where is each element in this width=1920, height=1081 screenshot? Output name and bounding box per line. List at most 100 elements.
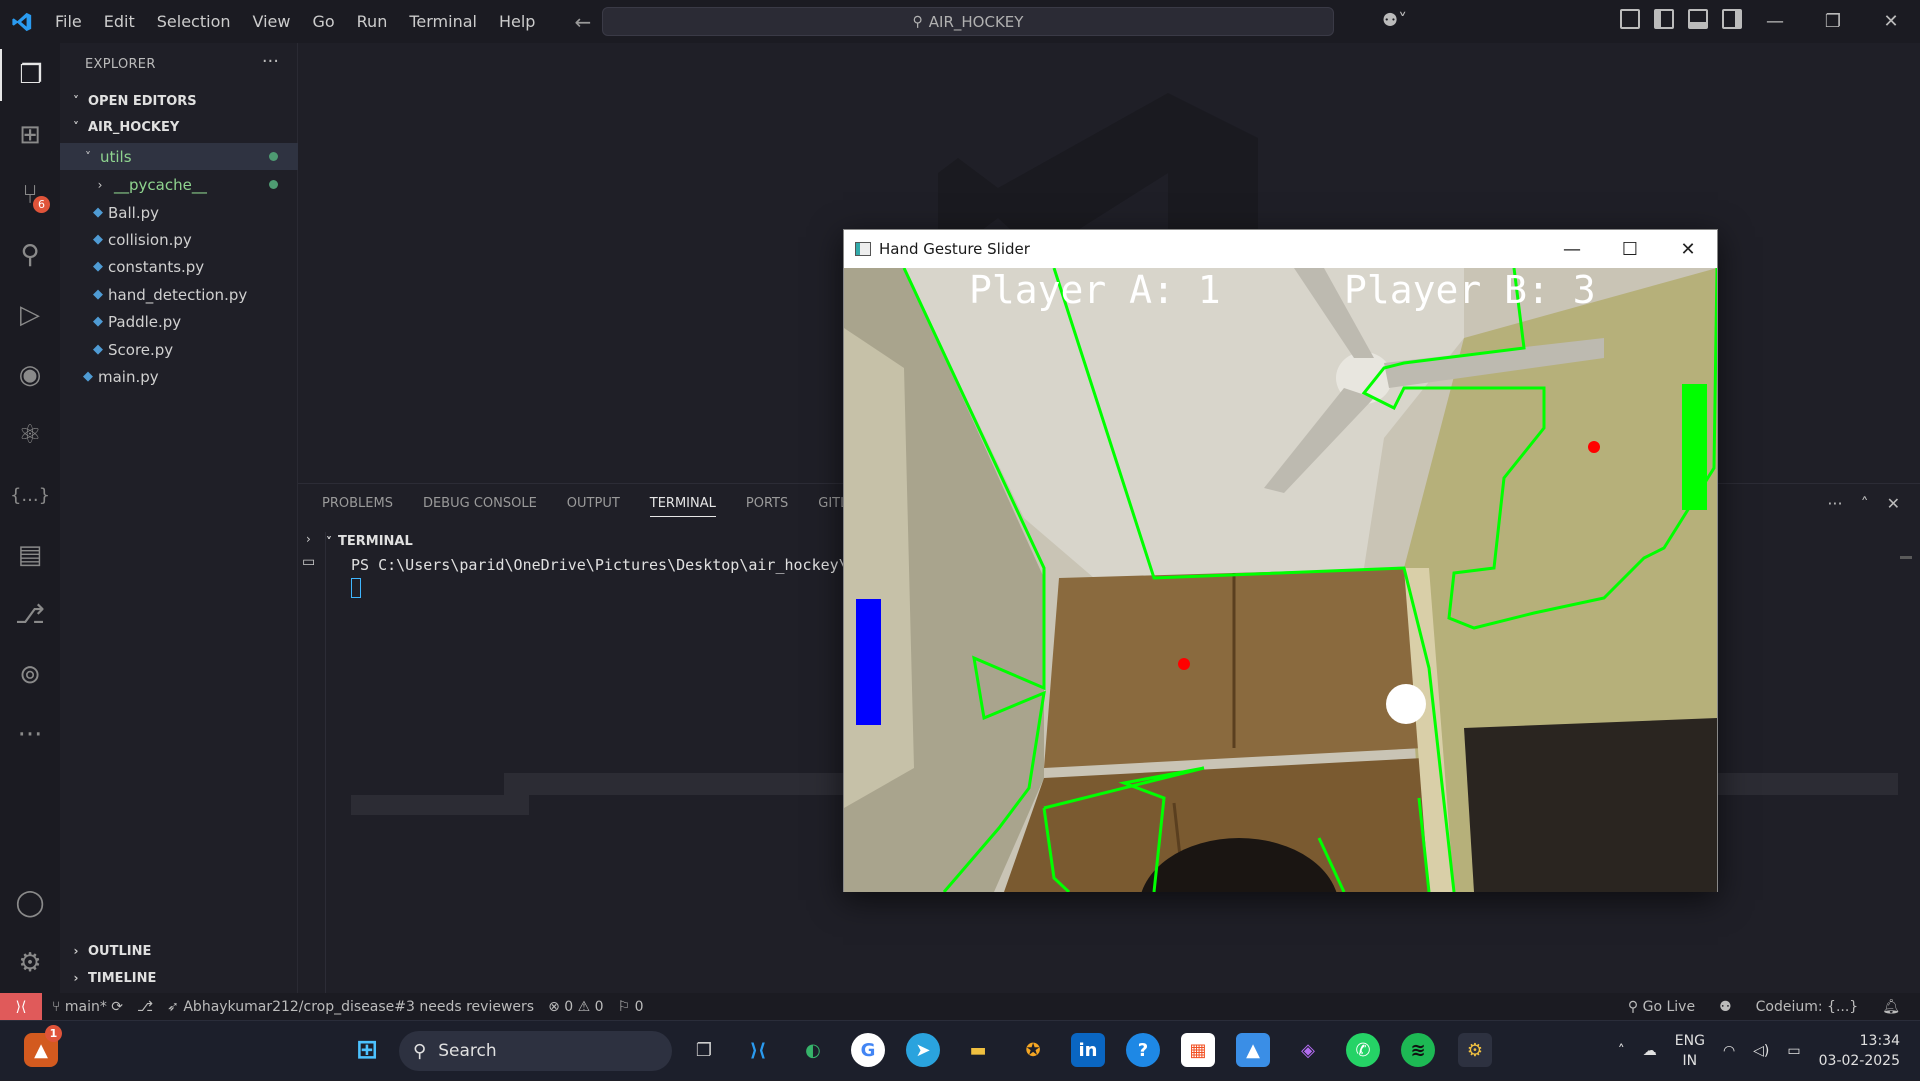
menu-edit[interactable]: Edit: [93, 12, 146, 31]
timeline-section[interactable]: › TIMELINE: [60, 965, 298, 991]
app-maximize-icon[interactable]: ☐: [1601, 230, 1659, 268]
account-icon[interactable]: ◯: [0, 877, 60, 929]
explorer-icon[interactable]: ❐: [0, 49, 60, 101]
git-graph-icon[interactable]: ⎇: [0, 589, 60, 641]
medal-app-icon[interactable]: ✪: [1016, 1033, 1050, 1067]
edge-icon[interactable]: ◐: [796, 1033, 830, 1067]
language-indicator[interactable]: ENG IN: [1675, 1031, 1705, 1071]
outline-section[interactable]: › OUTLINE: [60, 938, 298, 964]
app-minimize-icon[interactable]: —: [1543, 230, 1601, 268]
terminal-section-header[interactable]: ˅ TERMINAL: [326, 534, 413, 549]
more-icon[interactable]: ···: [0, 709, 60, 761]
spotify-icon[interactable]: ≋: [1401, 1033, 1435, 1067]
app-window-titlebar[interactable]: Hand Gesture Slider — ☐ ✕: [844, 230, 1717, 268]
remote-explorer-icon[interactable]: ⊚: [0, 649, 60, 701]
back-arrow-icon[interactable]: ←: [574, 10, 591, 34]
toggle-secondary-sidebar-icon[interactable]: [1722, 9, 1742, 29]
explorer-more-icon[interactable]: ···: [262, 51, 279, 72]
task-view-icon[interactable]: ❐: [687, 1033, 721, 1067]
open-editors-section[interactable]: ˅ OPEN EDITORS: [60, 88, 298, 114]
copilot-status-icon[interactable]: ⚉: [1719, 999, 1732, 1015]
tree-folder-utils[interactable]: ˅ utils: [60, 143, 298, 170]
go-live-button[interactable]: ⚲ Go Live: [1628, 999, 1695, 1015]
telegram-icon[interactable]: ➤: [906, 1033, 940, 1067]
help-icon[interactable]: ?: [1126, 1033, 1160, 1067]
whatsapp-icon[interactable]: ✆: [1346, 1033, 1380, 1067]
close-panel-icon[interactable]: ✕: [1887, 494, 1900, 513]
scrollbar[interactable]: [1900, 556, 1912, 559]
tree-file[interactable]: ◆ Ball.py: [60, 199, 298, 226]
restore-icon[interactable]: ❐: [1804, 0, 1862, 43]
maximize-panel-icon[interactable]: ˄: [1861, 494, 1869, 513]
pull-request-indicator[interactable]: ➶ Abhaykumar212/crop_disease#3 needs rev…: [167, 999, 534, 1015]
close-icon[interactable]: ✕: [1862, 0, 1920, 43]
tab-terminal[interactable]: TERMINAL: [649, 496, 716, 517]
toggle-primary-sidebar-icon[interactable]: [1654, 9, 1674, 29]
react-icon[interactable]: ⚛: [0, 409, 60, 461]
settings-gear-icon[interactable]: ⚙: [0, 937, 60, 989]
chevron-up-icon[interactable]: ˄: [1618, 1043, 1625, 1059]
google-chrome-icon[interactable]: G: [851, 1033, 885, 1067]
menu-help[interactable]: Help: [488, 12, 546, 31]
menu-go[interactable]: Go: [301, 12, 345, 31]
git-graph-icon[interactable]: ⎇: [137, 999, 153, 1015]
tab-ports[interactable]: PORTS: [746, 496, 788, 517]
menu-run[interactable]: Run: [346, 12, 399, 31]
menu-selection[interactable]: Selection: [146, 12, 242, 31]
tree-file-main[interactable]: ◆ main.py: [60, 363, 298, 390]
tree-folder-pycache[interactable]: › __pycache__: [60, 171, 298, 198]
chevron-down-icon: ˅: [73, 94, 79, 108]
menu-file[interactable]: File: [44, 12, 93, 31]
vscode-taskbar-icon[interactable]: ⟩⟨: [741, 1033, 775, 1067]
json-icon[interactable]: {...}: [0, 469, 60, 521]
taskbar-search[interactable]: ⚲ Search: [399, 1031, 672, 1071]
codeium-status[interactable]: Codeium: {...}: [1756, 999, 1859, 1015]
tab-debug-console[interactable]: DEBUG CONSOLE: [423, 496, 537, 517]
tree-file[interactable]: ◆ Paddle.py: [60, 308, 298, 335]
photos-icon[interactable]: ▲: [1236, 1033, 1270, 1067]
docker-icon[interactable]: ▤: [0, 529, 60, 581]
ports-indicator[interactable]: ⚐ 0: [618, 999, 644, 1015]
tree-file[interactable]: ◆ hand_detection.py: [60, 281, 298, 308]
paddle-player-a: [856, 599, 881, 725]
windows-start-icon[interactable]: ⊞: [350, 1033, 384, 1067]
problems-indicator[interactable]: ⊗ 0 ⚠ 0: [548, 999, 603, 1015]
wifi-icon[interactable]: ◠: [1723, 1043, 1735, 1059]
extensions-icon[interactable]: ⊞: [0, 109, 60, 161]
command-center-search[interactable]: ⚲ AIR_HOCKEY: [602, 7, 1334, 36]
microsoft-store-icon[interactable]: ▦: [1181, 1033, 1215, 1067]
volume-icon[interactable]: ◁): [1753, 1043, 1769, 1059]
tree-file[interactable]: ◆ collision.py: [60, 226, 298, 253]
hand-gesture-window[interactable]: Hand Gesture Slider — ☐ ✕ Player A: 1 Pl…: [843, 229, 1718, 892]
tree-file[interactable]: ◆ Score.py: [60, 336, 298, 363]
search-icon[interactable]: ⚲: [0, 229, 60, 281]
tab-output[interactable]: OUTPUT: [567, 496, 620, 517]
linkedin-icon[interactable]: in: [1071, 1033, 1105, 1067]
run-debug-icon[interactable]: ▷: [0, 289, 60, 341]
terminal-icon[interactable]: ▭: [302, 554, 315, 570]
remote-indicator-icon[interactable]: ⟩⟨: [0, 993, 42, 1020]
python-app-icon[interactable]: ⚙: [1458, 1033, 1492, 1067]
customize-layout-icon[interactable]: [1620, 9, 1640, 29]
notifications-bell-icon[interactable]: 🔔︎: [1882, 999, 1900, 1015]
project-section[interactable]: ˅ AIR_HOCKEY: [60, 114, 298, 140]
tree-file[interactable]: ◆ constants.py: [60, 253, 298, 280]
chevron-right-icon[interactable]: ›: [306, 532, 311, 546]
source-control-icon[interactable]: ⑂ 6: [0, 169, 60, 221]
minimize-icon[interactable]: —: [1746, 0, 1804, 43]
github-icon[interactable]: ◉: [0, 349, 60, 401]
onedrive-icon[interactable]: ☁: [1643, 1043, 1657, 1059]
app-close-icon[interactable]: ✕: [1659, 230, 1717, 268]
menu-terminal[interactable]: Terminal: [398, 12, 488, 31]
menu-view[interactable]: View: [242, 12, 302, 31]
clock[interactable]: 13:34 03-02-2025: [1819, 1031, 1900, 1071]
branch-indicator[interactable]: ⑂ main* ⟳: [52, 999, 123, 1015]
tab-problems[interactable]: PROBLEMS: [322, 496, 393, 517]
panel-more-icon[interactable]: ···: [1827, 494, 1842, 513]
copilot-icon[interactable]: ⚉˅: [1382, 10, 1407, 31]
file-explorer-icon[interactable]: ▬: [961, 1033, 995, 1067]
battery-icon[interactable]: ▭: [1787, 1043, 1800, 1059]
toggle-panel-icon[interactable]: [1688, 9, 1708, 29]
copilot-app-icon[interactable]: ◈: [1291, 1033, 1325, 1067]
notification-app-icon[interactable]: ▲ 1: [24, 1025, 62, 1067]
